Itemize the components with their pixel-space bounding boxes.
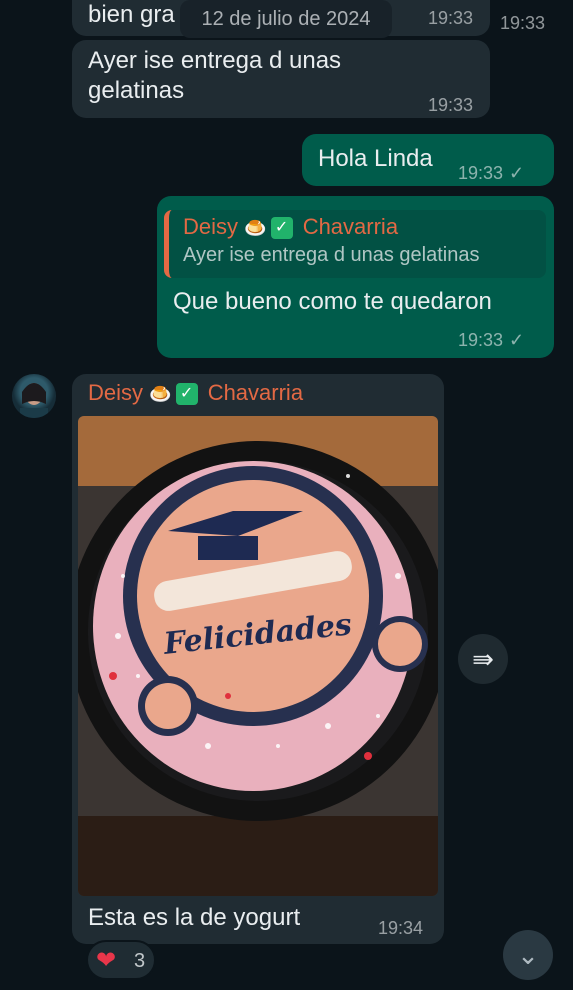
check-box-icon: ✓ xyxy=(175,383,198,406)
message-time-value: 19:33 xyxy=(458,330,504,350)
reaction-badge[interactable]: ❤ 3 xyxy=(86,940,156,980)
message-time: 19:34 xyxy=(378,918,424,938)
forward-icon: ⇛ xyxy=(472,644,494,674)
double-chevron-down-icon: ⌄ xyxy=(517,940,539,970)
message-text: Que bueno como te quedaron xyxy=(173,288,492,315)
avatar[interactable] xyxy=(12,374,56,418)
forward-button[interactable]: ⇛ xyxy=(458,634,508,684)
reply-quote[interactable]: Deisy 🍮 ✓ Chavarria Ayer ise entrega d un… xyxy=(164,210,546,278)
photo-caption: Esta es la de yogurt xyxy=(88,904,301,931)
flan-icon: 🍮 xyxy=(244,218,267,238)
message-text: bien gra xyxy=(88,1,175,28)
reaction-count: 3 xyxy=(134,950,146,972)
cake-photo: Felicidades xyxy=(78,416,438,896)
reply-sender-first: Deisy xyxy=(183,214,239,239)
message-text-line1: Ayer ise entrega d unas xyxy=(88,47,342,74)
message-time: 19:33 xyxy=(428,8,474,28)
flan-icon: 🍮 xyxy=(149,384,172,404)
reply-quote-text: Ayer ise entrega d unas gelatinas xyxy=(183,244,480,266)
message-time-value: 19:33 xyxy=(458,163,504,183)
message-photo[interactable]: Felicidades xyxy=(78,416,438,896)
date-separator: 12 de julio de 2024 xyxy=(180,0,392,38)
message-time: 19:33 xyxy=(428,95,474,115)
check-icon: ✓ xyxy=(509,163,525,183)
message-time: 19:33 xyxy=(500,13,546,33)
check-icon: ✓ xyxy=(509,330,525,350)
message-text-line2: gelatinas xyxy=(88,77,185,104)
sender-name: Deisy 🍮 ✓ Chavarria xyxy=(88,380,303,406)
avatar-image xyxy=(20,383,48,418)
check-box-icon: ✓ xyxy=(270,217,293,240)
message-time: 19:33 ✓ xyxy=(458,158,524,188)
reply-sender-last: Chavarria xyxy=(302,214,399,239)
scroll-down-button[interactable]: ⌄ xyxy=(503,930,553,980)
message-text: Hola Linda xyxy=(318,145,433,172)
sender-last: Chavarria xyxy=(207,380,304,405)
message-time: 19:33 ✓ xyxy=(458,330,524,351)
sender-first: Deisy xyxy=(88,380,144,405)
message-bubble-outgoing[interactable]: Hola Linda 19:33 ✓ xyxy=(302,134,554,186)
message-bubble-incoming[interactable]: Ayer ise entrega d unas gelatinas 19:33 xyxy=(72,40,490,118)
heart-icon: ❤ xyxy=(96,947,117,974)
